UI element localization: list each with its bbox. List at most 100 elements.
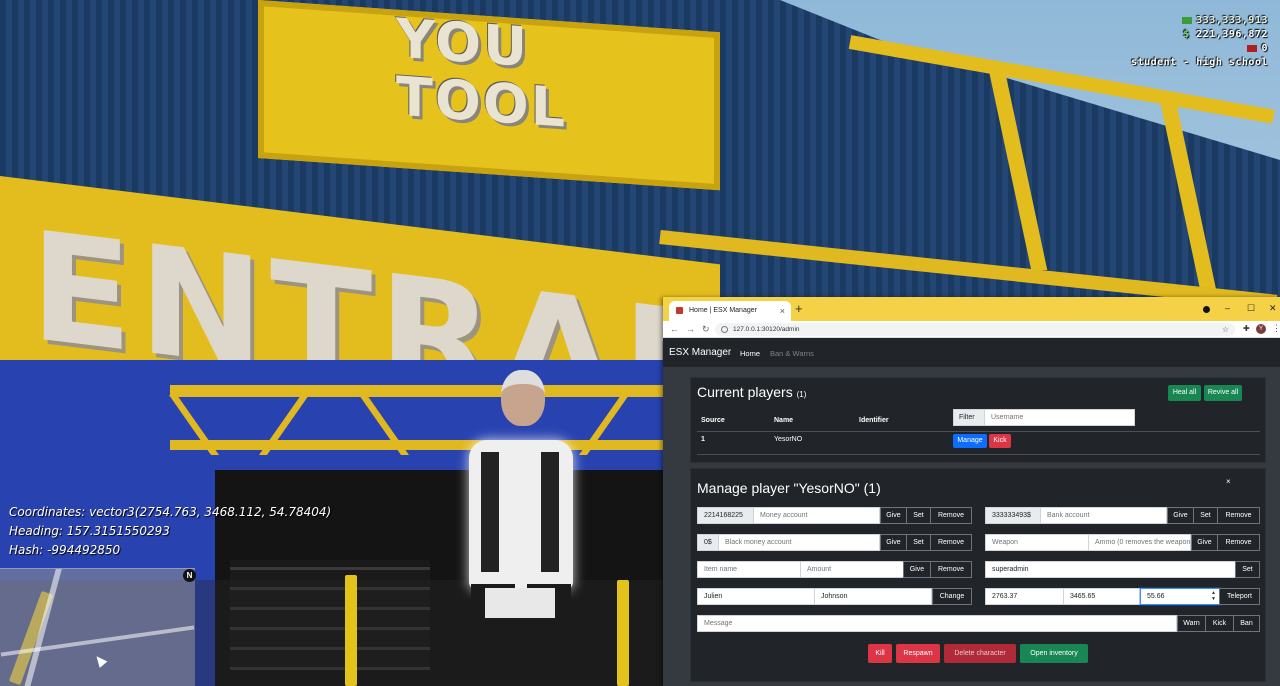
hud-bank-value: 221,396,872 — [1196, 29, 1268, 40]
current-players-count: (1) — [796, 390, 807, 399]
black-money-give-button[interactable]: Give — [880, 534, 907, 551]
money-input[interactable]: Money account — [753, 507, 880, 524]
record-icon[interactable] — [1203, 306, 1210, 313]
black-money-remove-button[interactable]: Remove — [930, 534, 972, 551]
respawn-button[interactable]: Respawn — [896, 644, 940, 663]
bookmark-star-icon[interactable]: ☆ — [1222, 323, 1229, 336]
truss — [170, 385, 663, 397]
address-bar: ← → ↻ 127.0.0.1:30120/admin ☆ ✚ Y ⋮ — [663, 321, 1280, 338]
spinner-arrows-icon[interactable]: ▲ ▼ — [1211, 590, 1216, 602]
dollar-icon: $ — [1183, 29, 1197, 40]
item-name-input[interactable]: Item name — [697, 561, 801, 578]
filter-username-input[interactable]: Username — [984, 409, 1135, 426]
money-give-button[interactable]: Give — [880, 507, 907, 524]
menu-dots-icon[interactable]: ⋮ — [1272, 323, 1280, 334]
hud-job: student - high school — [1131, 57, 1268, 68]
manage-player-card: Manage player "YesorNO" (1) × 2214168225… — [690, 468, 1266, 682]
column-name: Name — [774, 417, 794, 424]
teleport-z-input[interactable]: 55.66 ▲ ▼ — [1140, 588, 1220, 605]
table-divider — [697, 431, 1260, 432]
teleport-y-input[interactable]: 3465.65 — [1063, 588, 1141, 605]
ban-button[interactable]: Ban — [1233, 615, 1260, 632]
change-name-button[interactable]: Change — [932, 588, 972, 605]
teleport-button[interactable]: Teleport — [1219, 588, 1260, 605]
column-identifier: Identifier — [859, 417, 889, 424]
bank-remove-button[interactable]: Remove — [1217, 507, 1260, 524]
manage-player-button[interactable]: Manage — [953, 434, 987, 448]
page-content: Current players (1) Heal all Revive all … — [663, 367, 1280, 686]
black-money-icon — [1247, 44, 1258, 52]
favicon-icon — [676, 307, 683, 314]
bank-input[interactable]: Bank account — [1040, 507, 1167, 524]
tab-strip: Home | ESX Manager × + – ☐ ✕ — [663, 297, 1280, 321]
weapon-give-button[interactable]: Give — [1191, 534, 1218, 551]
hud-black-money: 0 — [1247, 43, 1268, 54]
message-input[interactable]: Message — [697, 615, 1177, 632]
bank-value-field[interactable]: 333333493$ — [985, 507, 1041, 524]
current-players-title: Current players (1) — [697, 384, 806, 400]
cash-icon — [1182, 16, 1193, 24]
player-character — [455, 370, 585, 686]
warn-button[interactable]: Warn — [1177, 615, 1206, 632]
coords-heading: Heading: 157.3151550293 — [9, 524, 170, 538]
url-text: 127.0.0.1:30120/admin — [733, 326, 800, 333]
close-window-button[interactable]: ✕ — [1269, 301, 1277, 315]
store-sign-text: YOU TOOL — [396, 6, 568, 140]
hud-bank: $ 221,396,872 — [1183, 29, 1268, 40]
back-icon[interactable]: ← — [670, 323, 679, 335]
browser-window: Home | ESX Manager × + – ☐ ✕ ← → ↻ 127.0… — [663, 297, 1280, 686]
teleport-x-input[interactable]: 2763.37 — [985, 588, 1064, 605]
row-source: 1 — [701, 436, 705, 443]
tab-title: Home | ESX Manager — [689, 307, 757, 314]
new-tab-button[interactable]: + — [795, 301, 803, 317]
app-navbar: ESX Manager Home Ban & Warns — [663, 339, 1280, 367]
browser-tab[interactable]: Home | ESX Manager × — [669, 301, 791, 321]
delete-character-button[interactable]: Delete character — [944, 644, 1016, 663]
navbar-brand[interactable]: ESX Manager — [669, 347, 731, 358]
filter-label: Filter — [953, 409, 985, 426]
info-icon[interactable] — [721, 326, 728, 333]
black-money-set-button[interactable]: Set — [906, 534, 931, 551]
money-set-button[interactable]: Set — [906, 507, 931, 524]
column-source: Source — [701, 417, 725, 424]
bank-set-button[interactable]: Set — [1193, 507, 1218, 524]
reload-icon[interactable]: ↻ — [702, 323, 710, 335]
kick-player-button[interactable]: Kick — [989, 434, 1011, 448]
item-remove-button[interactable]: Remove — [930, 561, 972, 578]
extensions-icon[interactable]: ✚ — [1243, 324, 1250, 333]
bollard — [617, 580, 629, 686]
minimize-button[interactable]: – — [1225, 301, 1230, 315]
item-give-button[interactable]: Give — [903, 561, 931, 578]
coords-hash: Hash: -994492850 — [9, 543, 121, 557]
group-input[interactable]: superadmin — [985, 561, 1236, 578]
money-remove-button[interactable]: Remove — [930, 507, 972, 524]
forward-icon[interactable]: → — [686, 323, 695, 335]
firstname-input[interactable]: Julien — [697, 588, 815, 605]
open-inventory-button[interactable]: Open inventory — [1020, 644, 1088, 663]
kick-button[interactable]: Kick — [1205, 615, 1234, 632]
bank-give-button[interactable]: Give — [1167, 507, 1194, 524]
lastname-input[interactable]: Johnson — [814, 588, 932, 605]
url-input[interactable]: 127.0.0.1:30120/admin ☆ — [715, 323, 1235, 336]
nav-ban-warns-link[interactable]: Ban & Warns — [770, 349, 814, 358]
kill-button[interactable]: Kill — [868, 644, 892, 663]
nav-home-link[interactable]: Home — [740, 349, 760, 358]
close-manage-icon[interactable]: × — [1226, 477, 1231, 486]
ammo-input[interactable]: Ammo (0 removes the weapon) — [1088, 534, 1191, 551]
maximize-button[interactable]: ☐ — [1247, 301, 1255, 315]
black-money-value-field[interactable]: 0$ — [697, 534, 719, 551]
revive-all-button[interactable]: Revive all — [1204, 385, 1242, 401]
weapon-remove-button[interactable]: Remove — [1217, 534, 1260, 551]
coords-coordinates: Coordinates: vector3(2754.763, 3468.112,… — [9, 505, 332, 519]
item-amount-input[interactable]: Amount — [800, 561, 904, 578]
hud-cash-value: 333,333,913 — [1196, 15, 1268, 26]
heal-all-button[interactable]: Heal all — [1168, 385, 1201, 401]
money-value-field[interactable]: 2214168225 — [697, 507, 754, 524]
black-money-input[interactable]: Black money account — [718, 534, 880, 551]
group-set-button[interactable]: Set — [1235, 561, 1260, 578]
tab-close-icon[interactable]: × — [780, 301, 785, 321]
weapon-input[interactable]: Weapon — [985, 534, 1089, 551]
coords-overlay: Coordinates: vector3(2754.763, 3468.112,… — [9, 503, 331, 560]
profile-avatar[interactable]: Y — [1256, 324, 1266, 334]
minimap — [0, 568, 195, 686]
